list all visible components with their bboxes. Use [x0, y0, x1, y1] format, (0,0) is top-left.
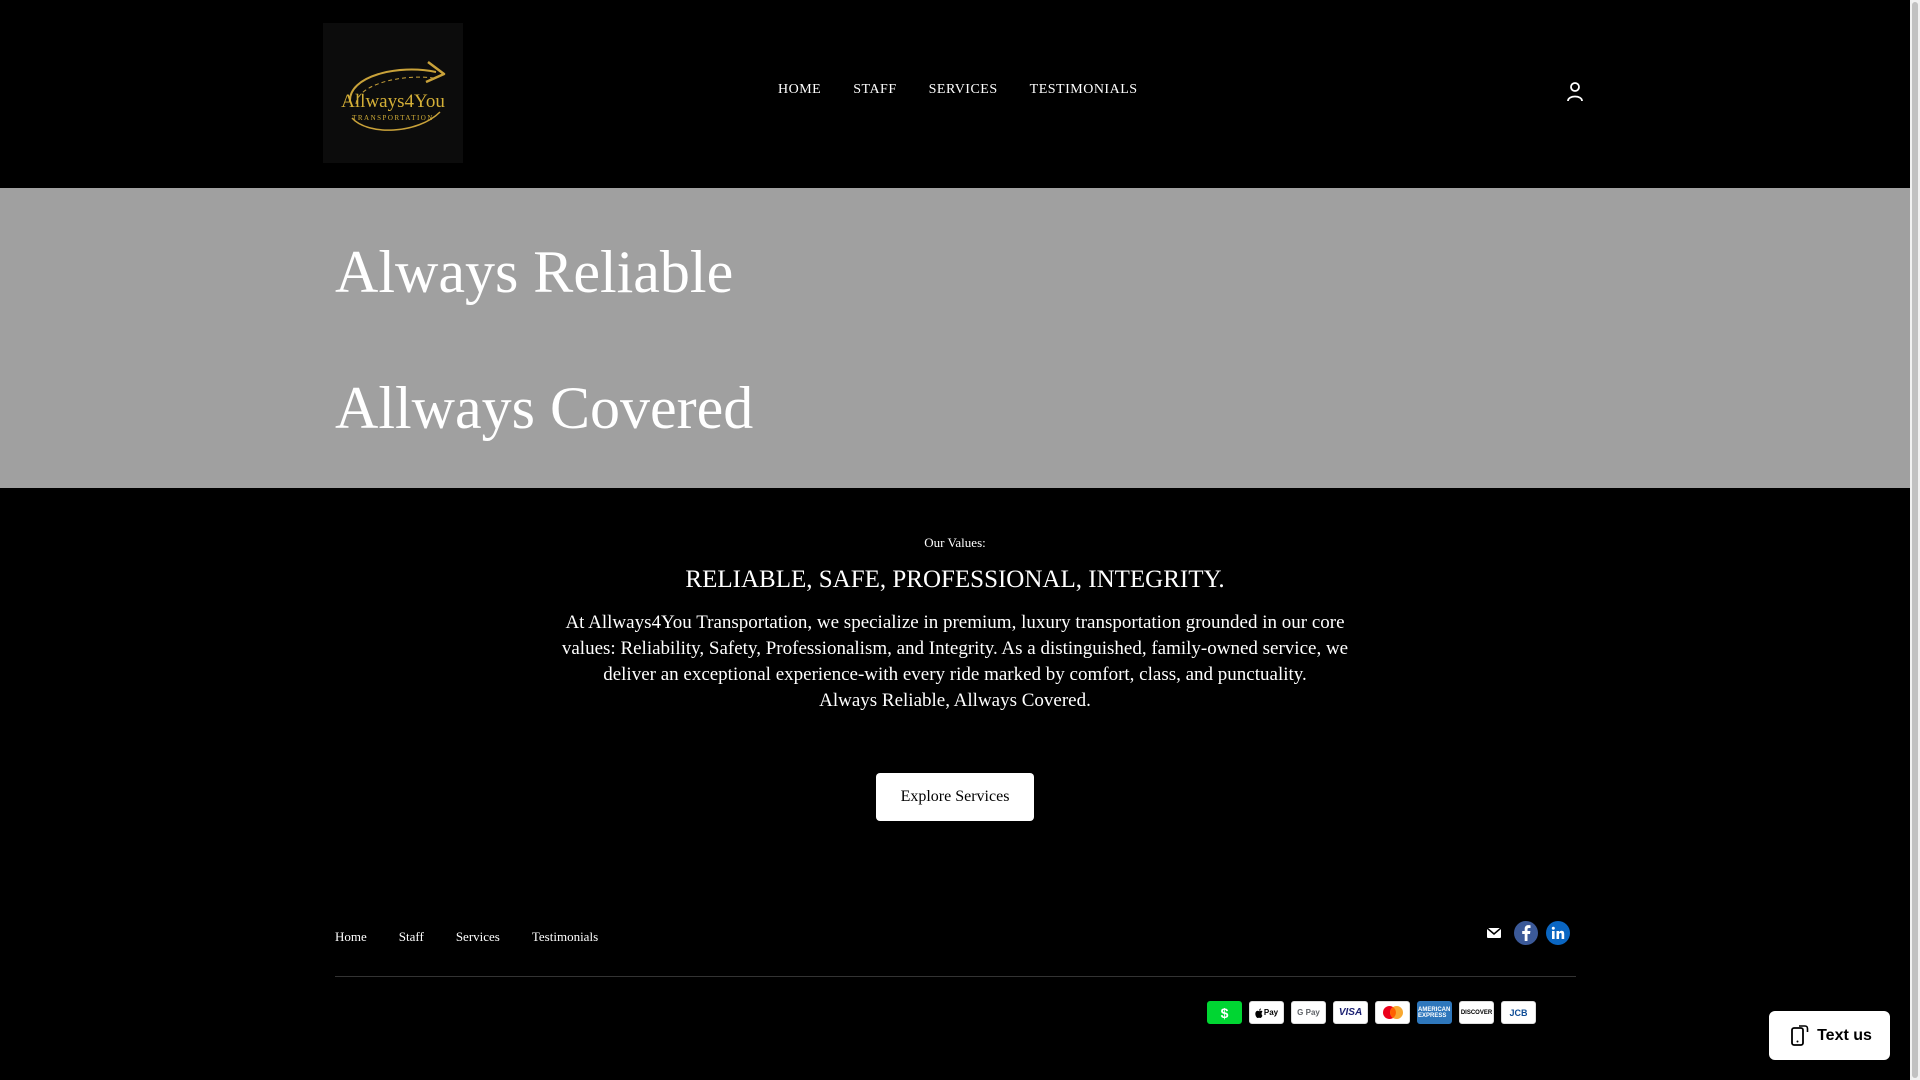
- footer-nav: Home Staff Services Testimonials: [335, 929, 630, 945]
- nav-services[interactable]: SERVICES: [929, 82, 998, 98]
- jcb-icon: JCB: [1501, 1001, 1536, 1024]
- payment-methods: $ Pay G Pay VISA AMERICAN EXPRESS DISCOV…: [1207, 1001, 1536, 1024]
- apple-pay-label: Pay: [1263, 1008, 1279, 1017]
- mastercard-icon: [1375, 1001, 1410, 1024]
- linkedin-icon[interactable]: [1546, 921, 1570, 945]
- nav-staff[interactable]: STAFF: [853, 82, 896, 98]
- values-body: At Allways4You Transportation, we specia…: [555, 610, 1355, 714]
- nav-testimonials[interactable]: TESTIMONIALS: [1030, 82, 1138, 98]
- logo-subtext: TRANSPORTATION: [352, 114, 434, 122]
- footer-link-services[interactable]: Services: [456, 929, 500, 945]
- site-header: Allways4You TRANSPORTATION HOME STAFF SE…: [0, 0, 1910, 188]
- nav-home[interactable]: HOME: [778, 82, 821, 98]
- footer-link-staff[interactable]: Staff: [399, 929, 424, 945]
- phone-chat-icon: [1791, 1024, 1809, 1046]
- apple-pay-icon: Pay: [1249, 1001, 1284, 1024]
- facebook-icon[interactable]: [1514, 921, 1538, 945]
- social-links: [1482, 921, 1570, 945]
- amex-icon: AMERICAN EXPRESS: [1417, 1001, 1452, 1024]
- cash-app-icon: $: [1207, 1001, 1242, 1024]
- main-nav: HOME STAFF SERVICES TESTIMONIALS: [778, 82, 1170, 98]
- hero-title-line-1: Always Reliable: [335, 239, 734, 305]
- mail-icon[interactable]: [1482, 921, 1506, 945]
- explore-services-button[interactable]: Explore Services: [876, 773, 1034, 821]
- page: Allways4You TRANSPORTATION HOME STAFF SE…: [0, 0, 1920, 1080]
- logo-text: Allways4You: [341, 91, 445, 112]
- values-tagline: Always Reliable, Allways Covered.: [819, 690, 1091, 711]
- scrollbar-thumb[interactable]: [1912, 2, 1918, 1078]
- page-scrollbar[interactable]: [1910, 0, 1920, 1080]
- values-label: Our Values:: [924, 535, 986, 550]
- footer-divider: [335, 976, 1576, 977]
- google-pay-icon: G Pay: [1291, 1001, 1326, 1024]
- text-us-button[interactable]: Text us: [1769, 1011, 1890, 1060]
- arrow-road-logo-icon: Allways4You TRANSPORTATION: [341, 61, 445, 131]
- hero-banner: Always Reliable Allways Covered: [0, 188, 1910, 488]
- visa-icon: VISA: [1333, 1001, 1368, 1024]
- discover-icon: DISCOVER: [1459, 1001, 1494, 1024]
- account-button[interactable]: [1565, 81, 1585, 103]
- hero-title-line-2: Allways Covered: [335, 375, 754, 441]
- footer-link-testimonials[interactable]: Testimonials: [532, 929, 598, 945]
- text-us-label: Text us: [1817, 1026, 1872, 1044]
- values-heading: RELIABLE, SAFE, PROFESSIONAL, INTEGRITY.: [685, 566, 1225, 593]
- footer-link-home[interactable]: Home: [335, 929, 367, 945]
- site-logo[interactable]: Allways4You TRANSPORTATION: [323, 23, 463, 163]
- person-icon: [1567, 82, 1583, 102]
- values-description: At Allways4You Transportation, we specia…: [561, 612, 1349, 685]
